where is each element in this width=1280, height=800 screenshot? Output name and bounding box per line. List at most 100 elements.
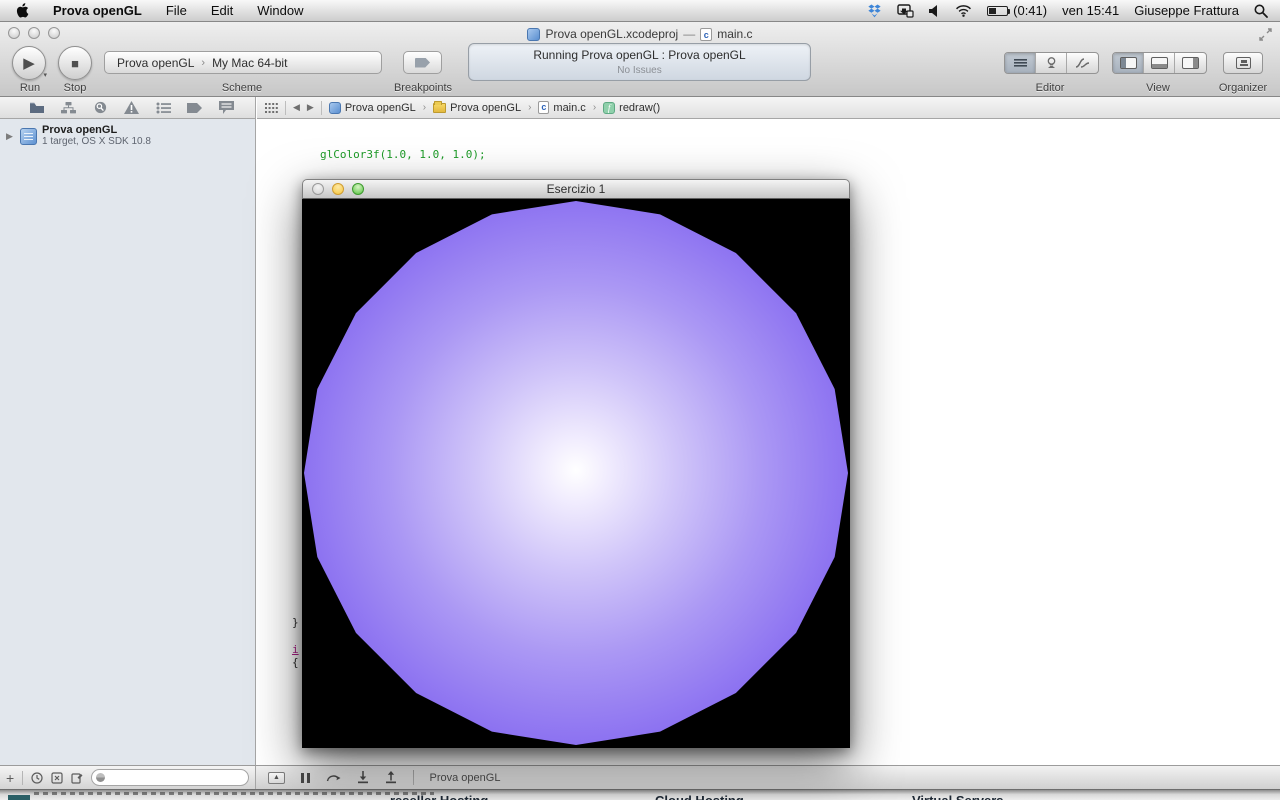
code-block-bottom: glutKeyboardFunc( keyboard ); glutSpecia… xyxy=(320,746,512,765)
run-label: Run xyxy=(20,82,40,94)
menu-user-name[interactable]: Giuseppe Frattura xyxy=(1134,3,1239,18)
menu-app-name[interactable]: Prova openGL xyxy=(53,3,142,18)
code-fragment: { xyxy=(292,656,299,669)
zoom-button[interactable] xyxy=(352,183,364,195)
wifi-icon[interactable] xyxy=(955,4,972,17)
step-into-button[interactable] xyxy=(357,771,369,784)
gradient-polygon xyxy=(304,201,848,745)
code-line: glColor3f(1.0, 1.0, 1.0); xyxy=(320,148,645,161)
add-button[interactable]: + xyxy=(6,773,14,783)
log-navigator-icon[interactable] xyxy=(215,99,237,117)
breakpoints-label: Breakpoints xyxy=(394,82,452,94)
minimize-button[interactable] xyxy=(28,27,40,39)
xcodeproj-icon xyxy=(527,28,540,41)
opengl-window-title: Esercizio 1 xyxy=(303,182,849,196)
opengl-canvas[interactable] xyxy=(302,199,850,748)
menu-edit[interactable]: Edit xyxy=(211,3,233,18)
jump-bar: ◀ ▶ Prova openGL › Prova openGL › c main… xyxy=(257,97,1280,119)
search-navigator-icon[interactable] xyxy=(89,99,111,117)
background-link[interactable]: reseller Hosting xyxy=(390,793,488,800)
source-control-status-icon[interactable] xyxy=(51,772,63,784)
minimize-button[interactable] xyxy=(332,183,344,195)
xcodeproj-icon xyxy=(329,102,341,114)
apple-menu-icon[interactable] xyxy=(16,3,29,18)
project-row[interactable]: ▶ Prova openGL 1 target, OS X SDK 10.8 xyxy=(0,119,255,152)
project-navigator-icon[interactable] xyxy=(26,99,48,117)
toggle-debug-area-button[interactable]: ▲ xyxy=(268,772,285,784)
navigator-view-button[interactable] xyxy=(1113,53,1144,73)
project-name: Prova openGL xyxy=(42,124,151,136)
menu-window[interactable]: Window xyxy=(257,3,303,18)
c-file-icon: c xyxy=(538,101,549,114)
breadcrumb-project[interactable]: Prova openGL xyxy=(329,102,416,114)
menu-clock[interactable]: ven 15:41 xyxy=(1062,3,1119,18)
organizer-button[interactable] xyxy=(1223,52,1263,74)
background-window-strip: reseller Hosting Cloud Hosting Virtual S… xyxy=(0,789,1280,800)
step-over-button[interactable] xyxy=(326,772,341,784)
debug-navigator-icon[interactable] xyxy=(152,99,174,117)
project-navigator: ▶ Prova openGL 1 target, OS X SDK 10.8 xyxy=(0,119,256,765)
version-editor-button[interactable] xyxy=(1067,53,1098,73)
recent-files-icon[interactable] xyxy=(31,772,43,784)
scheme-chevron: › xyxy=(201,57,205,69)
background-text-sliver xyxy=(34,792,434,795)
run-button[interactable]: ▶ ▾ xyxy=(12,46,46,80)
symbol-navigator-icon[interactable] xyxy=(58,99,80,117)
activity-viewer: Running Prova openGL : Prova openGL No I… xyxy=(468,43,811,81)
bottom-panel-icon xyxy=(1151,57,1168,69)
spotlight-icon[interactable] xyxy=(1254,4,1268,18)
disclosure-triangle-icon[interactable]: ▶ xyxy=(6,131,15,142)
c-file-icon: c xyxy=(700,28,712,41)
displays-icon[interactable] xyxy=(897,4,914,18)
window-title-separator: — xyxy=(683,27,695,41)
breadcrumb-symbol[interactable]: f redraw() xyxy=(603,102,660,114)
view-label: View xyxy=(1146,82,1170,94)
utilities-view-button[interactable] xyxy=(1175,53,1206,73)
breadcrumb-file[interactable]: c main.c xyxy=(538,101,585,114)
related-items-icon[interactable] xyxy=(265,103,278,113)
fullscreen-icon[interactable] xyxy=(1259,28,1272,41)
breakpoint-navigator-icon[interactable] xyxy=(184,99,206,117)
volume-icon[interactable] xyxy=(929,5,940,17)
battery-time[interactable]: (0:41) xyxy=(1013,3,1047,18)
pause-button[interactable] xyxy=(301,773,310,783)
editor-segmented-control xyxy=(1004,52,1099,74)
background-link[interactable]: Virtual Servers xyxy=(912,793,1004,800)
battery-icon[interactable] xyxy=(987,6,1008,16)
background-link[interactable]: Cloud Hosting xyxy=(655,793,744,800)
stop-button[interactable]: ■ xyxy=(58,46,92,80)
organizer-icon xyxy=(1236,57,1251,69)
close-button[interactable] xyxy=(8,27,20,39)
zoom-button[interactable] xyxy=(48,27,60,39)
scheme-selector[interactable]: Prova openGL › My Mac 64-bit xyxy=(104,51,382,74)
opengl-window-titlebar[interactable]: Esercizio 1 xyxy=(302,179,850,199)
standard-editor-button[interactable] xyxy=(1005,53,1036,73)
breakpoint-icon xyxy=(415,58,430,68)
back-button[interactable]: ◀ xyxy=(293,102,300,113)
issue-navigator-icon[interactable] xyxy=(121,99,143,117)
left-panel-icon xyxy=(1120,57,1137,69)
step-out-button[interactable] xyxy=(385,771,397,784)
assistant-editor-button[interactable] xyxy=(1036,53,1067,73)
folder-icon xyxy=(433,103,446,113)
breadcrumb-group[interactable]: Prova openGL xyxy=(433,102,521,114)
menu-file[interactable]: File xyxy=(166,3,187,18)
breakpoints-button[interactable] xyxy=(403,51,442,74)
status-issues-text: No Issues xyxy=(469,65,810,76)
scheme-project: Prova openGL xyxy=(117,56,194,70)
unsaved-files-icon[interactable] xyxy=(71,772,83,784)
forward-button[interactable]: ▶ xyxy=(307,102,314,113)
window-title-project: Prova openGL.xcodeproj xyxy=(545,27,678,41)
editor-label: Editor xyxy=(1036,82,1065,94)
scheme-label: Scheme xyxy=(222,82,262,94)
filter-input[interactable] xyxy=(91,769,249,786)
debug-area-view-button[interactable] xyxy=(1144,53,1175,73)
function-icon: f xyxy=(603,102,615,114)
dropbox-icon[interactable] xyxy=(867,4,882,18)
debug-process-label[interactable]: Prova openGL xyxy=(430,772,501,784)
run-icon: ▶ xyxy=(23,54,35,72)
xcode-window-title: Prova openGL.xcodeproj — c main.c xyxy=(240,27,1040,41)
close-button[interactable] xyxy=(312,183,324,195)
xcode-traffic-lights xyxy=(8,27,60,39)
breadcrumb-chevron: › xyxy=(593,102,596,113)
